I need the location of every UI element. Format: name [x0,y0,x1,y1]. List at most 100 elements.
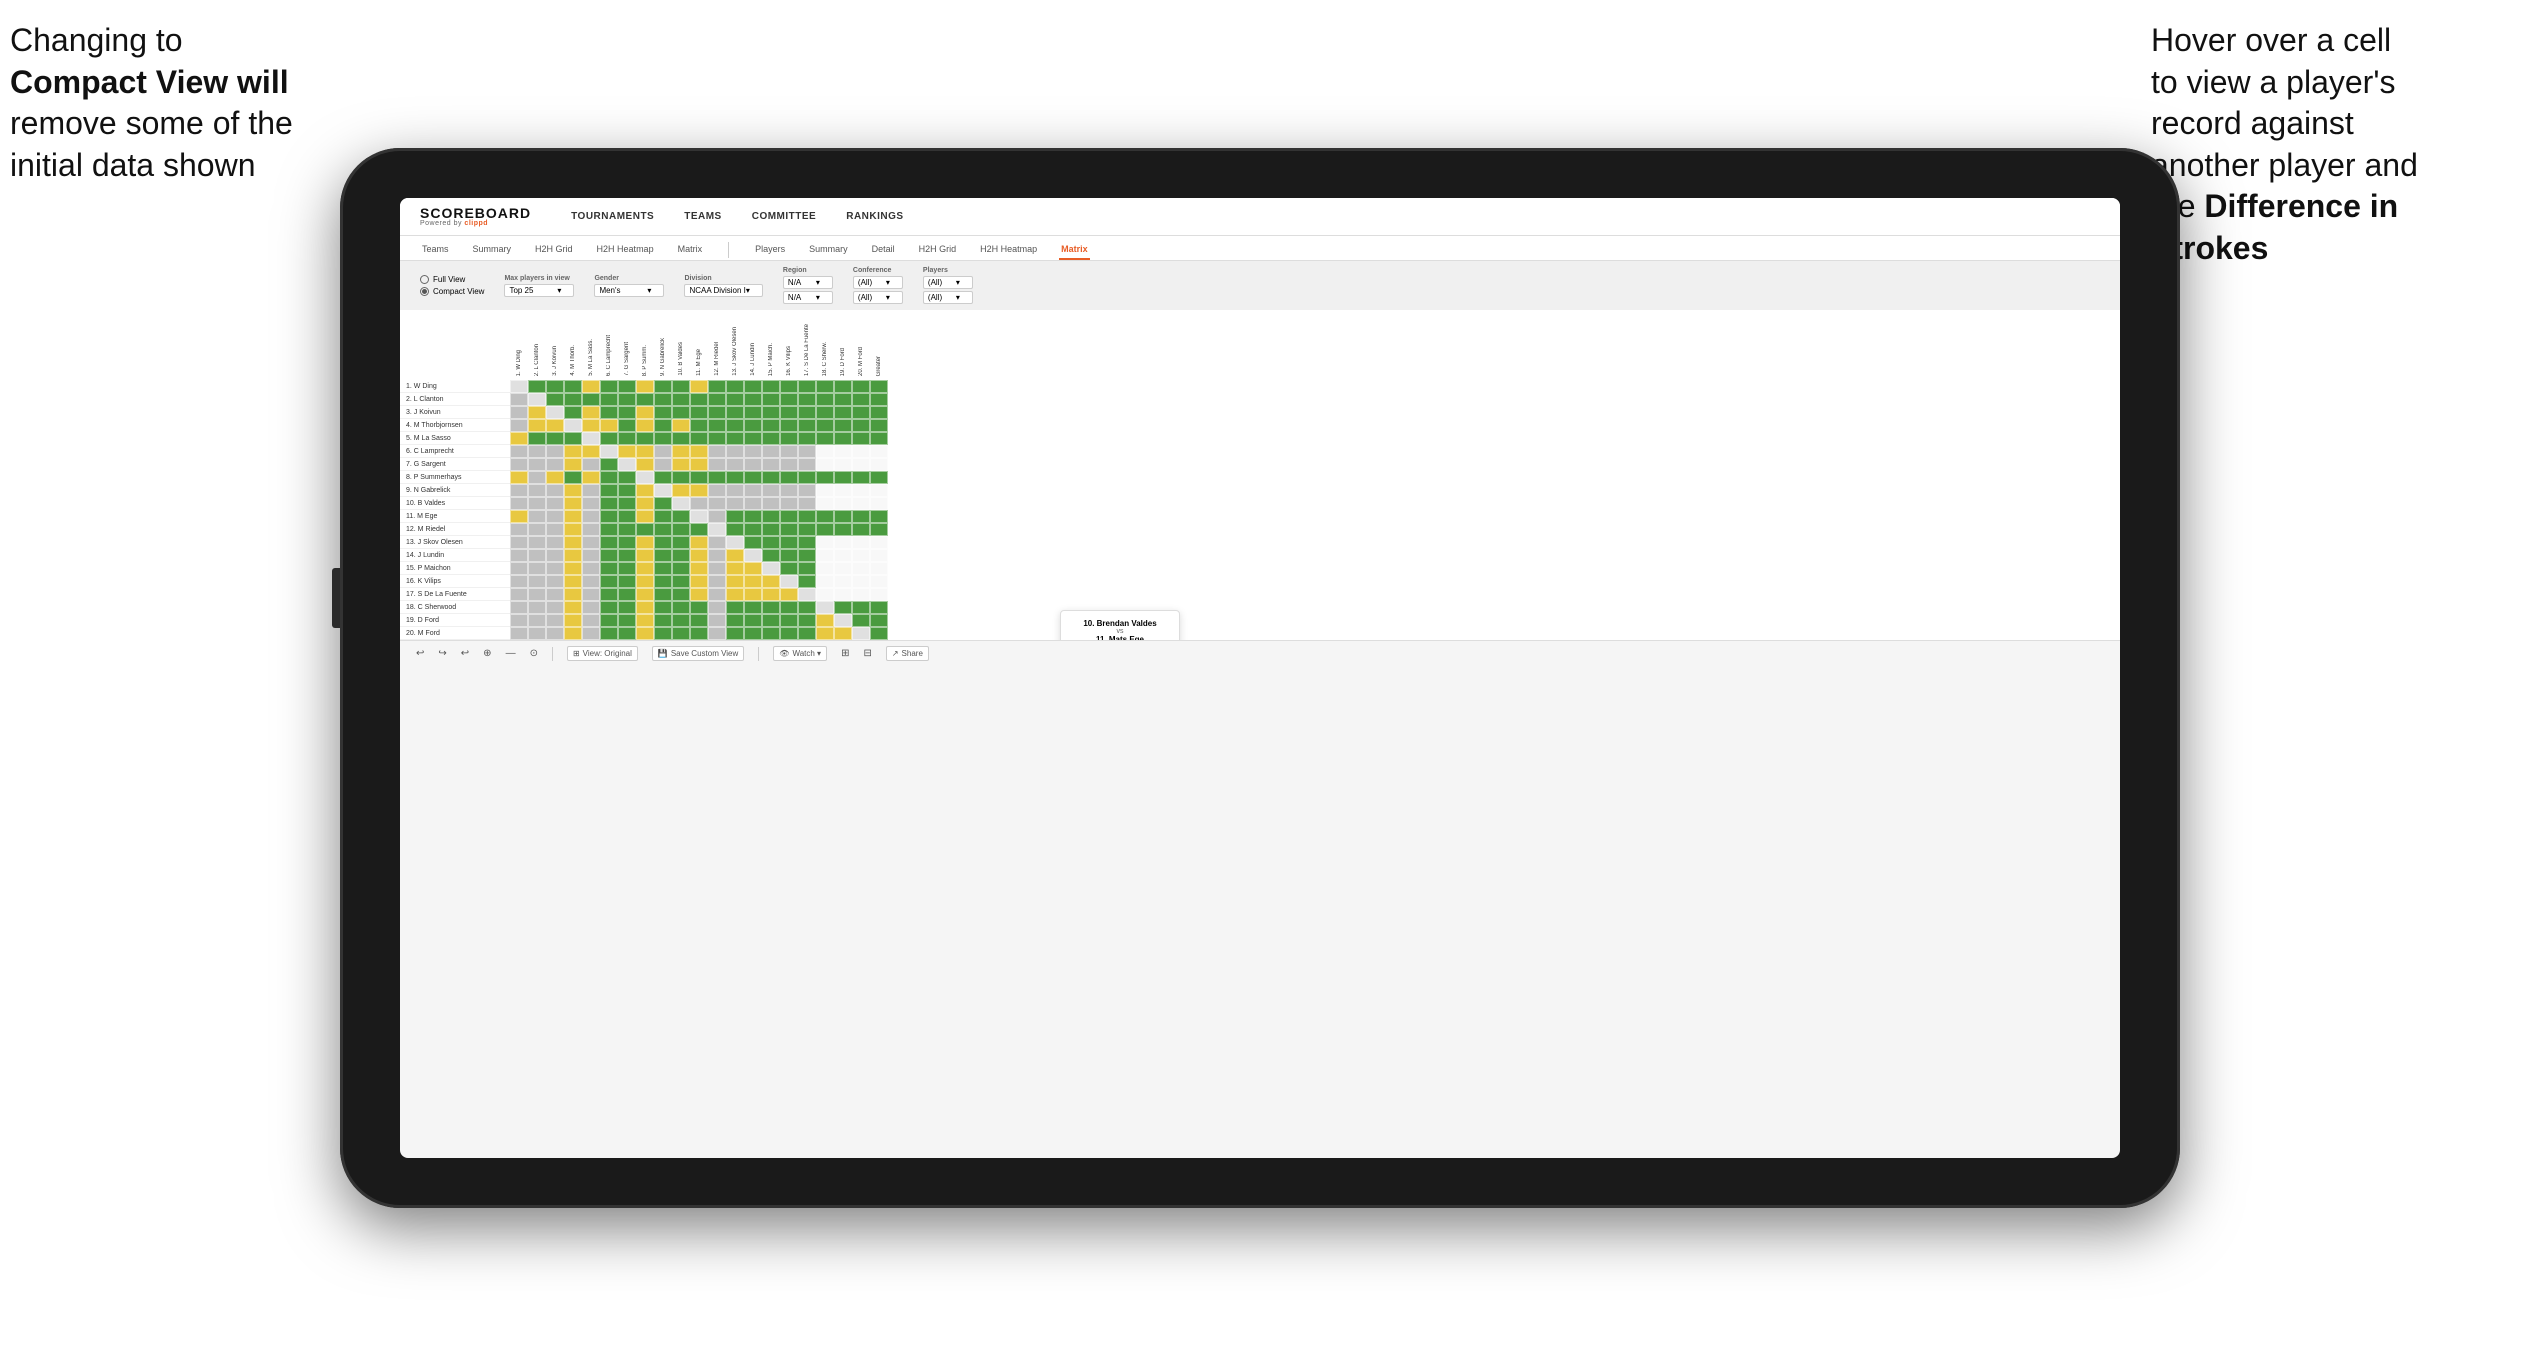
grid-cell[interactable] [744,432,762,445]
grid-cell[interactable] [852,419,870,432]
grid-cell[interactable] [798,484,816,497]
grid-cell[interactable] [510,471,528,484]
grid-cell[interactable] [744,484,762,497]
grid-cell[interactable] [852,562,870,575]
grid-cell[interactable] [582,380,600,393]
full-view-option[interactable]: Full View [420,275,484,284]
grid-cell[interactable] [852,549,870,562]
grid-cell[interactable] [708,601,726,614]
grid-cell[interactable] [798,497,816,510]
grid-cell[interactable] [672,562,690,575]
grid-cell[interactable] [582,432,600,445]
grid-cell[interactable] [600,549,618,562]
grid-cell[interactable] [672,471,690,484]
grid-cell[interactable] [798,458,816,471]
grid-cell[interactable] [780,406,798,419]
grid-cell[interactable] [636,432,654,445]
grid-cell[interactable] [762,588,780,601]
grid-cell[interactable] [546,549,564,562]
grid-cell[interactable] [744,471,762,484]
grid-cell[interactable] [510,536,528,549]
grid-cell[interactable] [708,445,726,458]
grid-cell[interactable] [528,432,546,445]
grid-cell[interactable] [600,406,618,419]
grid-cell[interactable] [816,523,834,536]
nav-rankings[interactable]: RANKINGS [846,211,903,222]
grid-cell[interactable] [510,406,528,419]
tab-teams[interactable]: Teams [420,240,451,260]
tab-matrix2[interactable]: Matrix [1059,240,1090,260]
grid-cell[interactable] [870,562,888,575]
grid-cell[interactable] [816,614,834,627]
grid-cell[interactable] [690,484,708,497]
grid-cell[interactable] [582,523,600,536]
grid-cell[interactable] [816,380,834,393]
grid-cell[interactable] [708,458,726,471]
gender-select[interactable]: Men's▾ [594,284,664,297]
grid-cell[interactable] [528,393,546,406]
undo-icon[interactable]: ↩ [416,648,424,659]
grid-cell[interactable] [708,588,726,601]
grid-cell[interactable] [852,601,870,614]
grid-cell[interactable] [672,484,690,497]
grid-cell[interactable] [690,614,708,627]
grid-cell[interactable] [744,523,762,536]
grid-cell[interactable] [510,549,528,562]
grid-cell[interactable] [816,419,834,432]
grid-cell[interactable] [852,575,870,588]
grid-cell[interactable] [690,380,708,393]
grid-cell[interactable] [762,471,780,484]
grid-cell[interactable] [654,614,672,627]
grid-cell[interactable] [510,562,528,575]
grid-cell[interactable] [618,432,636,445]
grid-cell[interactable] [618,393,636,406]
grid-cell[interactable] [798,536,816,549]
grid-cell[interactable] [726,432,744,445]
full-view-radio[interactable] [420,275,429,284]
grid-cell[interactable] [618,419,636,432]
layout-icon[interactable]: ⊟ [863,648,871,659]
grid-cell[interactable] [834,380,852,393]
tab-detail[interactable]: Detail [870,240,897,260]
grid-cell[interactable] [852,510,870,523]
grid-cell[interactable] [870,484,888,497]
grid-cell[interactable] [708,419,726,432]
grid-cell[interactable] [690,432,708,445]
zoom-icon[interactable]: ⊕ [483,648,491,659]
grid-cell[interactable] [564,575,582,588]
grid-cell[interactable] [672,510,690,523]
grid-cell[interactable] [762,406,780,419]
grid-cell[interactable] [780,380,798,393]
tab-h2h-grid2[interactable]: H2H Grid [917,240,959,260]
grid-cell[interactable] [582,510,600,523]
grid-cell[interactable] [798,510,816,523]
grid-cell[interactable] [744,601,762,614]
grid-cell[interactable] [510,510,528,523]
grid-cell[interactable] [816,432,834,445]
grid-cell[interactable] [564,432,582,445]
grid-cell[interactable] [564,588,582,601]
grid-cell[interactable] [618,510,636,523]
grid-cell[interactable] [582,484,600,497]
grid-cell[interactable] [708,497,726,510]
grid-cell[interactable] [690,419,708,432]
grid-cell[interactable] [726,536,744,549]
grid-cell[interactable] [600,419,618,432]
grid-cell[interactable] [636,614,654,627]
grid-cell[interactable] [870,510,888,523]
grid-cell[interactable] [672,549,690,562]
grid-cell[interactable] [834,445,852,458]
grid-cell[interactable] [546,575,564,588]
grid-cell[interactable] [528,523,546,536]
grid-cell[interactable] [834,536,852,549]
grid-cell[interactable] [654,406,672,419]
grid-cell[interactable] [636,627,654,640]
grid-cell[interactable] [870,406,888,419]
grid-cell[interactable] [780,484,798,497]
grid-cell[interactable] [564,445,582,458]
grid-cell[interactable] [546,432,564,445]
grid-cell[interactable] [690,575,708,588]
grid-cell[interactable] [564,497,582,510]
grid-cell[interactable] [510,432,528,445]
grid-cell[interactable] [564,510,582,523]
